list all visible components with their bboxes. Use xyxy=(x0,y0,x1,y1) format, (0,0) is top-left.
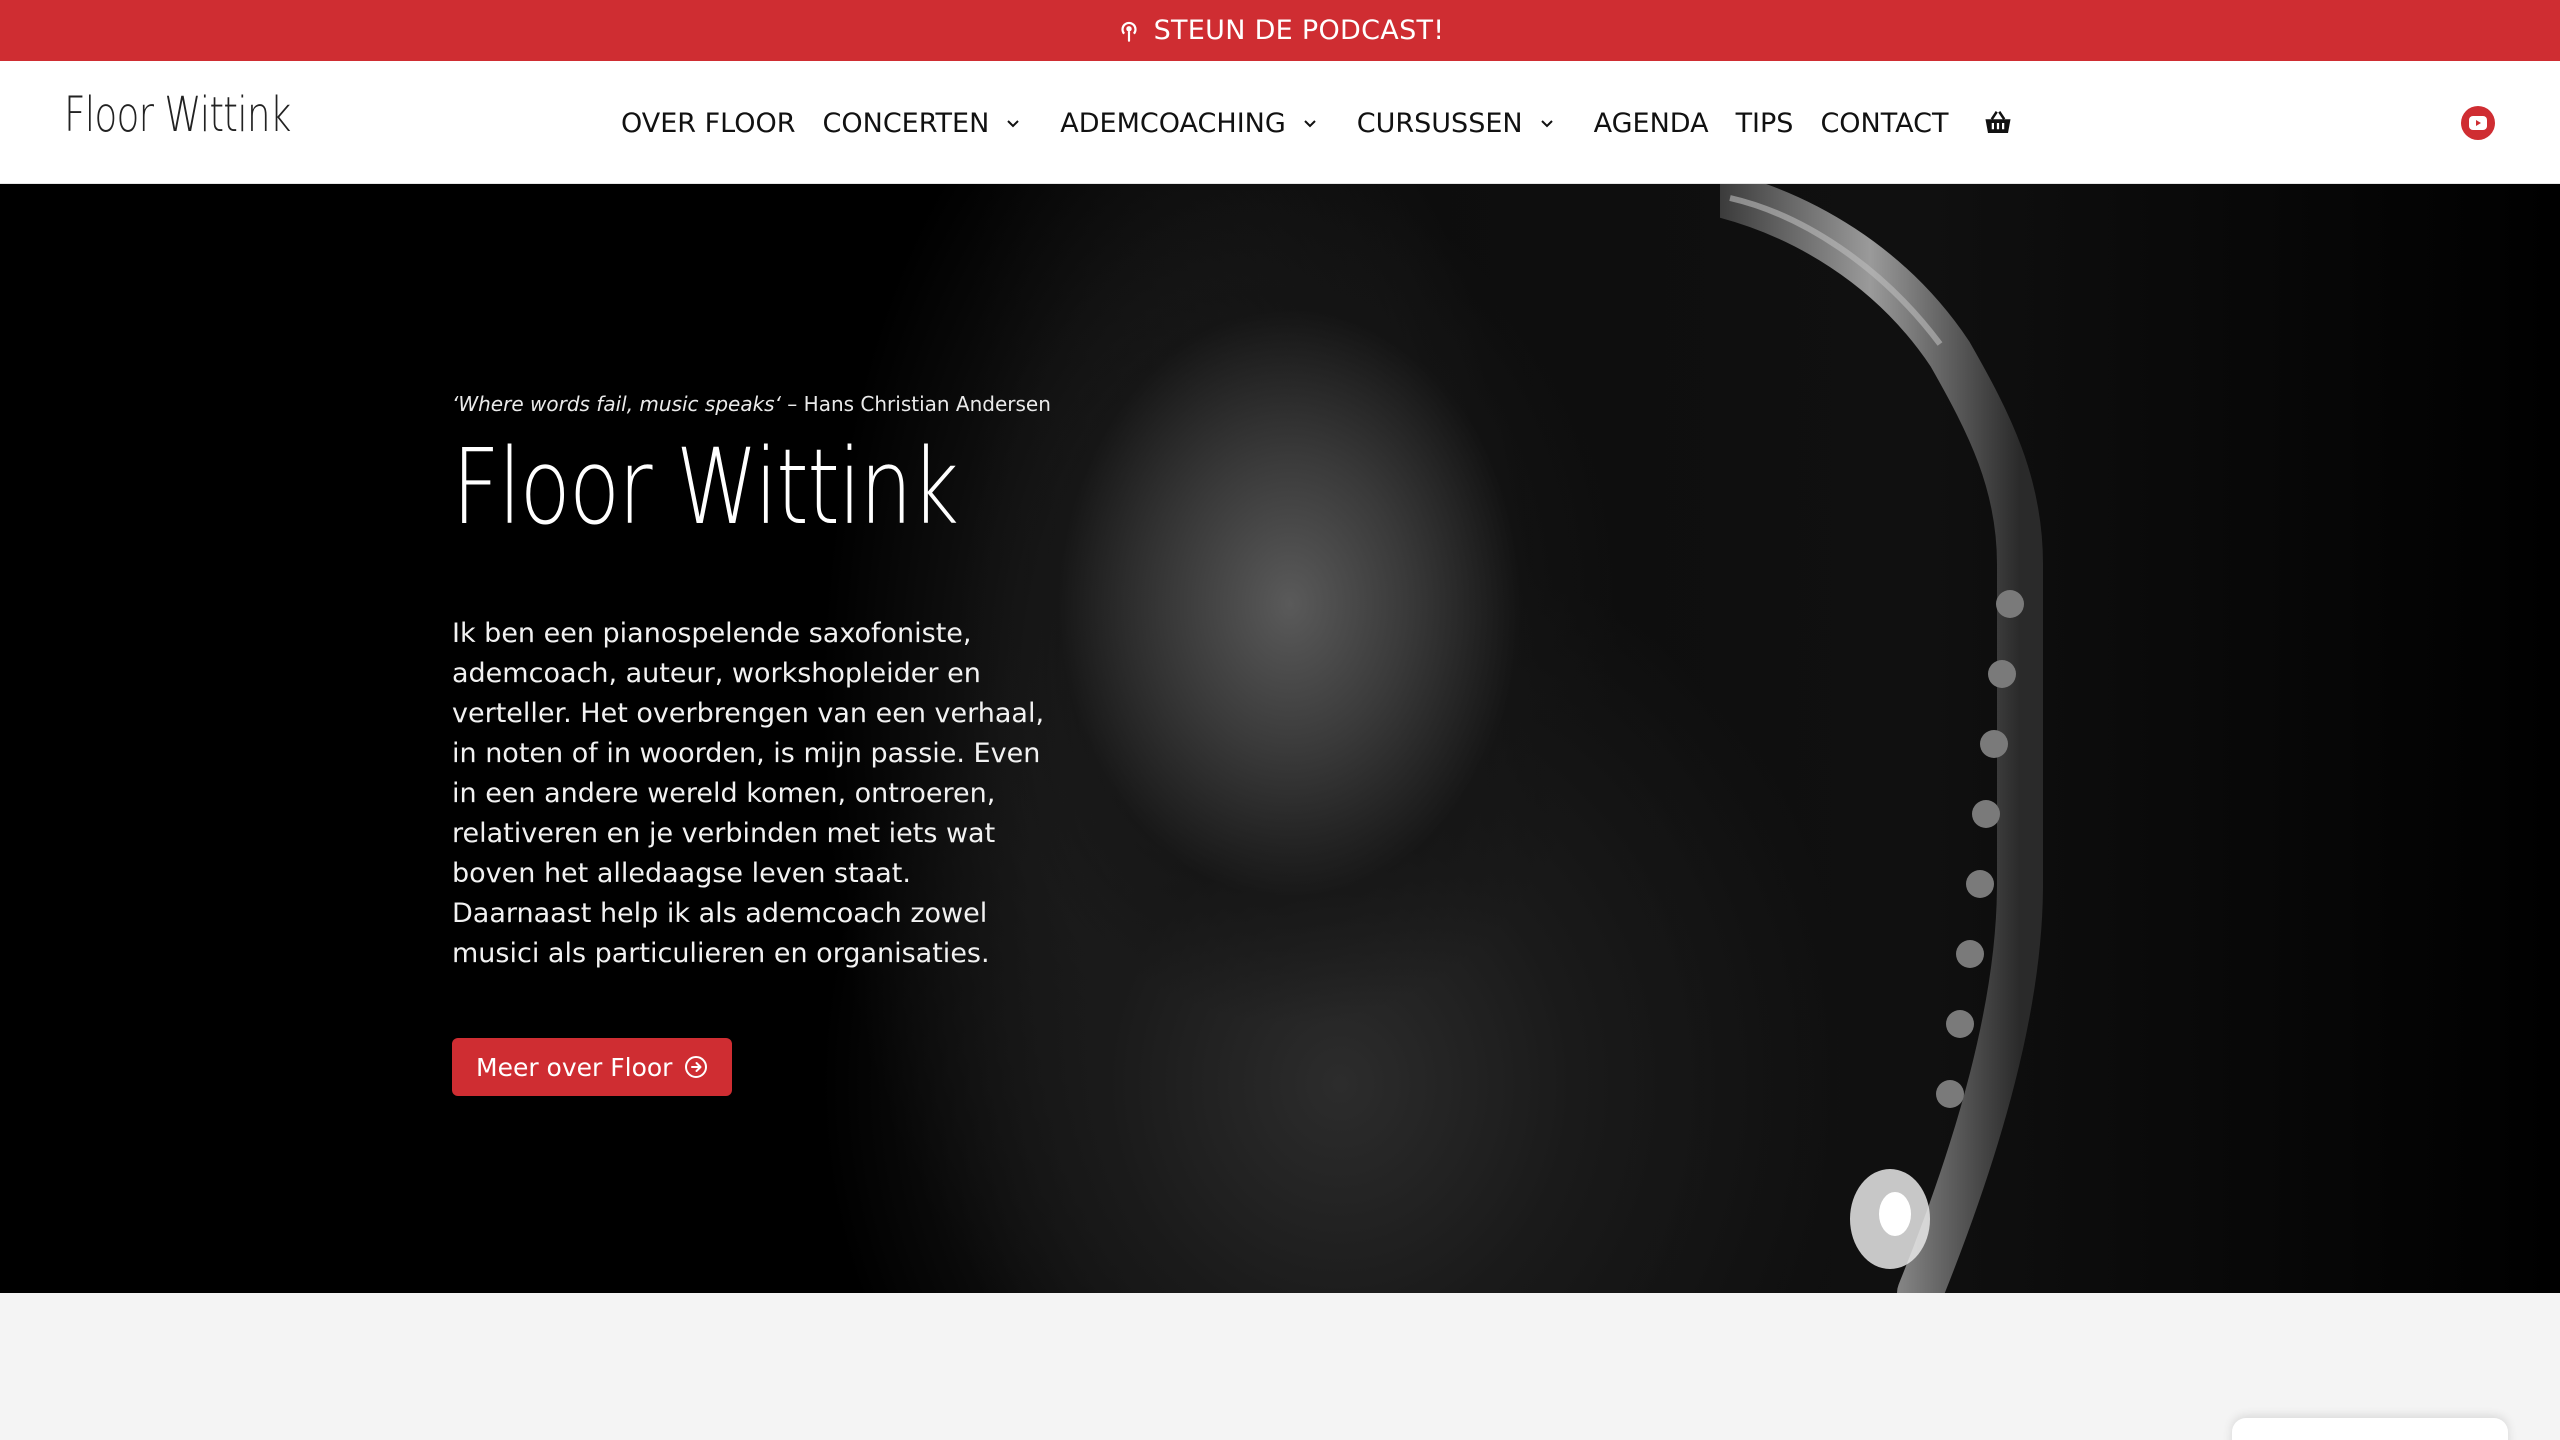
meer-over-floor-button[interactable]: Meer over Floor xyxy=(452,1038,733,1097)
hero-portrait-image xyxy=(0,184,2560,1293)
nav-label: CONTACT xyxy=(1820,107,1949,139)
site-logo[interactable]: Floor Wittink xyxy=(64,87,291,143)
nav-item-cursussen[interactable]: CURSUSSEN xyxy=(1357,108,1557,139)
floating-widget[interactable] xyxy=(2232,1418,2508,1440)
announcement-label: STEUN DE PODCAST! xyxy=(1153,15,1445,46)
nav-item-contact[interactable]: CONTACT xyxy=(1820,108,1948,139)
chevron-down-icon xyxy=(1007,120,1020,128)
saxophone-image xyxy=(1720,184,2043,1293)
youtube-icon xyxy=(2469,116,2487,130)
intro-section xyxy=(0,1293,2560,1440)
hero-paragraph: Daarnaast help ik als ademcoach zowel mu… xyxy=(452,898,990,970)
quote-text: ‘Where words fail, music speaks‘ xyxy=(452,392,781,416)
hero-paragraph: Ik ben een pianospelende saxofoniste, ad… xyxy=(452,618,1045,890)
nav-label: OVER FLOOR xyxy=(621,107,796,139)
nav-label: TIPS xyxy=(1735,107,1794,139)
nav-item-tips[interactable]: TIPS xyxy=(1736,108,1794,139)
main-navigation: OVER FLOOR CONCERTEN ADEMCOACHING CURSUS… xyxy=(621,99,2013,147)
nav-label: ADEMCOACHING xyxy=(1060,107,1286,139)
hero-content: ‘Where words fail, music speaks‘ – Hans … xyxy=(452,392,1052,1097)
nav-item-concerten[interactable]: CONCERTEN xyxy=(823,108,1024,139)
site-header: Floor Wittink OVER FLOOR CONCERTEN ADEMC… xyxy=(0,61,2560,184)
top-announcement-bar[interactable]: STEUN DE PODCAST! xyxy=(0,0,2560,61)
nav-item-ademcoaching[interactable]: ADEMCOACHING xyxy=(1060,108,1319,139)
chevron-down-icon xyxy=(1304,120,1316,128)
button-label: Meer over Floor xyxy=(476,1052,673,1082)
hero-title: Floor Wittink xyxy=(452,426,959,548)
podcast-icon xyxy=(1121,21,1137,42)
chevron-down-icon xyxy=(1540,120,1553,128)
nav-label: CONCERTEN xyxy=(822,107,990,139)
basket-icon[interactable] xyxy=(1983,108,2013,138)
hero-section: ‘Where words fail, music speaks‘ – Hans … xyxy=(0,184,2560,1293)
nav-item-agenda[interactable]: AGENDA xyxy=(1594,108,1709,139)
nav-label: AGENDA xyxy=(1593,107,1709,139)
youtube-button[interactable] xyxy=(2461,106,2495,140)
nav-label: CURSUSSEN xyxy=(1356,107,1523,139)
quote-author: – Hans Christian Andersen xyxy=(780,392,1051,416)
hero-description: Ik ben een pianospelende saxofoniste, ad… xyxy=(452,614,1052,974)
nav-item-over-floor[interactable]: OVER FLOOR xyxy=(621,108,796,139)
hero-quote: ‘Where words fail, music speaks‘ – Hans … xyxy=(452,392,1052,416)
arrow-circle-right-icon xyxy=(685,1056,708,1079)
